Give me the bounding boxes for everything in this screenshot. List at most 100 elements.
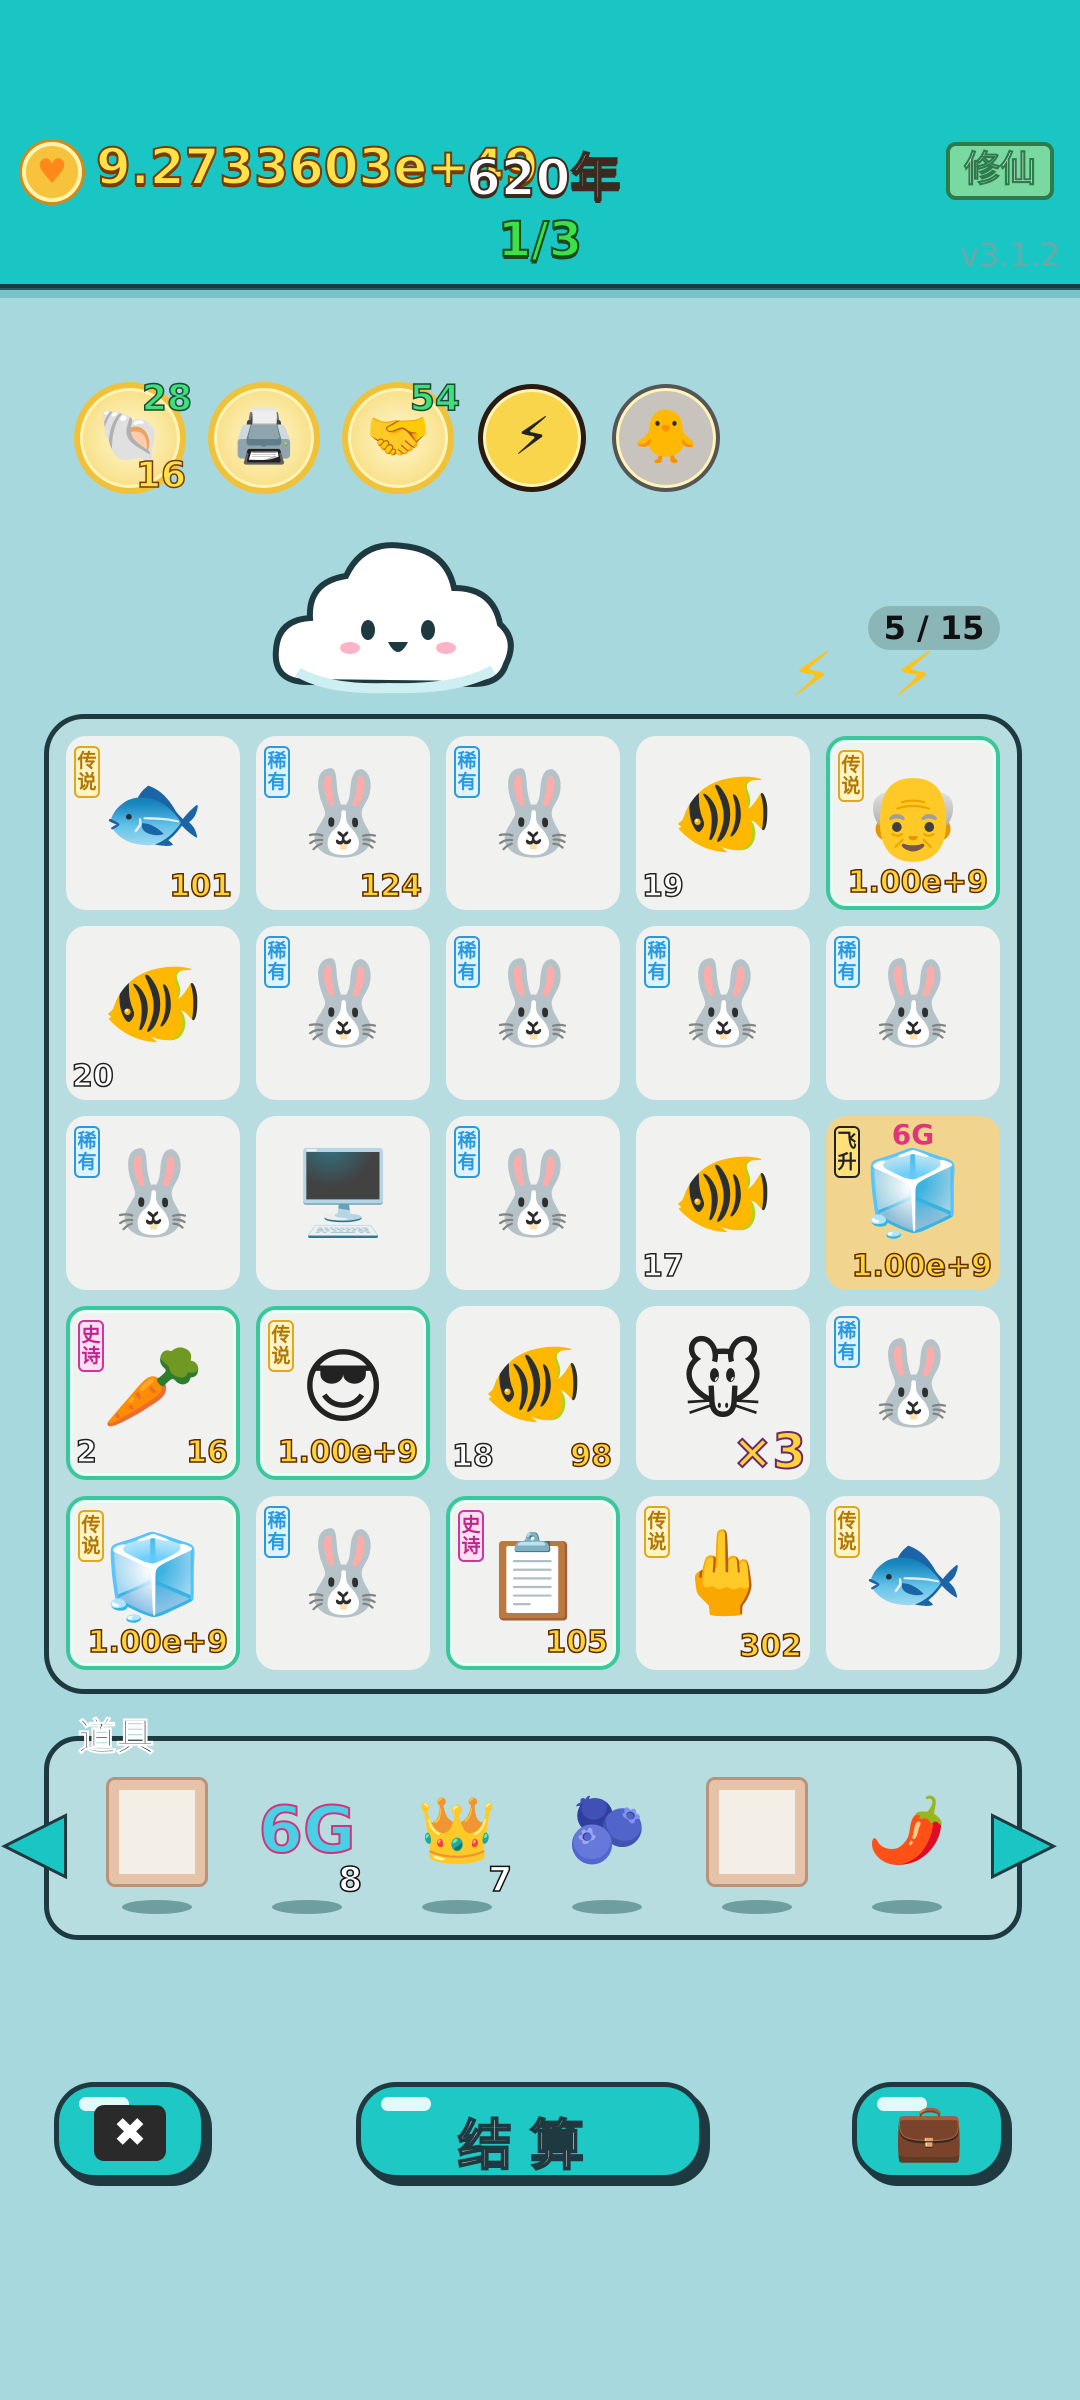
handshake-badge[interactable]: 🤝 54 bbox=[342, 377, 461, 494]
lightning-badge[interactable]: ⚡ bbox=[478, 384, 586, 492]
prop-shadow bbox=[872, 1900, 942, 1914]
prop-shadow bbox=[722, 1900, 792, 1914]
prop-frame-2[interactable] bbox=[702, 1776, 812, 1914]
prop-6g[interactable]: 6G 8 bbox=[252, 1776, 363, 1914]
board-cell[interactable]: 🐰 稀有 bbox=[66, 1116, 240, 1290]
board-cell[interactable]: 🐠 18 98 bbox=[446, 1306, 620, 1480]
settle-button[interactable]: 结算 bbox=[356, 2082, 704, 2180]
board-cell[interactable]: 🐠 17 bbox=[636, 1116, 810, 1290]
board-cell[interactable]: 🐰 稀有 bbox=[446, 736, 620, 910]
prop-shadow bbox=[572, 1900, 642, 1914]
board-cell[interactable]: 🐰 稀有 bbox=[826, 926, 1000, 1100]
board-cell[interactable]: 🐰 稀有 bbox=[256, 1496, 430, 1670]
item-level: 18 bbox=[451, 1438, 494, 1475]
board-cell[interactable]: 😎 传说 1.00e+9 bbox=[256, 1306, 430, 1480]
item-icon: 🖥️ bbox=[291, 1146, 395, 1241]
shell-count-bottom: 16 bbox=[135, 454, 187, 497]
board-cell[interactable]: 🐟 传说 bbox=[826, 1496, 1000, 1670]
board-cell[interactable]: 🐰 稀有 bbox=[256, 926, 430, 1100]
prop-crown[interactable]: 👑 7 bbox=[402, 1776, 513, 1914]
lightning-icon: ⚡ bbox=[513, 407, 551, 467]
prop-chili[interactable]: 🌶️ bbox=[852, 1776, 962, 1914]
item-icon: 🐠 bbox=[101, 956, 205, 1051]
item-level: 19 bbox=[641, 868, 684, 905]
board-cell[interactable]: 🖥️ bbox=[256, 1116, 430, 1290]
frame-icon bbox=[709, 1780, 805, 1884]
frame-icon bbox=[109, 1780, 205, 1884]
rarity-tag: 传说 bbox=[644, 1506, 670, 1558]
board-cell[interactable]: 🐰 稀有 bbox=[446, 926, 620, 1100]
handshake-count: 54 bbox=[409, 377, 461, 420]
shell-badge[interactable]: 🐚 28 16 bbox=[74, 377, 193, 497]
heart-coin-icon: ♥ bbox=[22, 142, 82, 202]
board-cell[interactable]: 🧊 传说 1.00e+9 bbox=[66, 1496, 240, 1670]
item-level: 20 bbox=[71, 1058, 114, 1095]
discard-button[interactable]: ✖ bbox=[54, 2082, 206, 2180]
prop-shadow bbox=[272, 1900, 342, 1914]
rarity-tag: 稀有 bbox=[264, 746, 290, 798]
board-cell[interactable]: 🐰 稀有 bbox=[636, 926, 810, 1100]
board-cell[interactable]: 🐰 稀有 bbox=[826, 1306, 1000, 1480]
settle-label: 结算 bbox=[457, 2113, 602, 2178]
rarity-tag: 稀有 bbox=[644, 936, 670, 988]
props-prev-arrow[interactable]: ◀ bbox=[3, 1790, 68, 1890]
board-cell[interactable]: 🥕 史诗 2 16 bbox=[66, 1306, 240, 1480]
briefcase-button[interactable]: 💼 bbox=[852, 2082, 1006, 2180]
rarity-tag: 稀有 bbox=[454, 936, 480, 988]
year-counter: 620年 bbox=[465, 148, 621, 208]
board-cell[interactable]: 🖕 传说 302 bbox=[636, 1496, 810, 1670]
shell-count-top: 28 bbox=[141, 377, 193, 420]
rarity-tag: 传说 bbox=[834, 1506, 860, 1558]
rarity-tag: 稀有 bbox=[264, 936, 290, 988]
prop-shadow bbox=[422, 1900, 492, 1914]
rarity-tag: 传说 bbox=[838, 750, 864, 802]
chick-badge[interactable]: 🐥 bbox=[612, 384, 720, 492]
double-lightning-icon: ⚡ bbox=[892, 638, 936, 711]
item-icon: 🐠 bbox=[671, 1146, 775, 1241]
board-cell[interactable]: 🐠 20 bbox=[66, 926, 240, 1100]
rarity-tag: 传说 bbox=[268, 1320, 294, 1372]
prop-blueberry[interactable]: 🫐 bbox=[552, 1776, 662, 1914]
board-cell[interactable]: 🧊 飞升 6G 1.00e+9 bbox=[826, 1116, 1000, 1290]
prop-shadow bbox=[122, 1900, 192, 1914]
prop-count: 8 bbox=[338, 1859, 363, 1901]
item-value: 105 bbox=[545, 1624, 609, 1661]
prop-frame[interactable] bbox=[102, 1776, 212, 1914]
board-cell[interactable]: 🐠 19 bbox=[636, 736, 810, 910]
version-label: v3.1.2 bbox=[960, 236, 1061, 274]
chili-icon: 🌶️ bbox=[867, 1794, 947, 1868]
item-value: 124 bbox=[359, 868, 423, 905]
lightning-icon: ⚡ bbox=[790, 638, 834, 711]
board-cell[interactable]: 📋 史诗 105 bbox=[446, 1496, 620, 1670]
item-value: 1.00e+9 bbox=[851, 1248, 993, 1285]
rarity-tag: 稀有 bbox=[454, 1126, 480, 1178]
item-icon: 🐭 bbox=[680, 1336, 766, 1431]
stage-progress: 1/3 bbox=[497, 211, 583, 269]
board-cell[interactable]: 🐭 ×3 bbox=[636, 1306, 810, 1481]
item-value: 98 bbox=[570, 1438, 613, 1475]
close-icon: ✖ bbox=[94, 2105, 166, 2161]
rarity-tag: 稀有 bbox=[454, 746, 480, 798]
cloud-mascot-icon[interactable] bbox=[268, 532, 518, 702]
rarity-tag: 传说 bbox=[74, 746, 100, 798]
board-cell[interactable]: 🐰 稀有 124 bbox=[256, 736, 430, 910]
rarity-tag: 史诗 bbox=[78, 1320, 104, 1372]
board-cell[interactable]: 🐟 传说 101 bbox=[66, 736, 240, 910]
rarity-tag: 稀有 bbox=[74, 1126, 100, 1178]
printer-icon: 🖨️ bbox=[231, 407, 297, 467]
item-value: 1.00e+9 bbox=[277, 1434, 419, 1471]
props-next-arrow[interactable]: ▶ bbox=[991, 1790, 1056, 1890]
rarity-tag: 稀有 bbox=[834, 1316, 860, 1368]
item-value: 1.00e+9 bbox=[87, 1624, 229, 1661]
item-value: 101 bbox=[169, 868, 233, 905]
board-cell[interactable]: 🐰 稀有 bbox=[446, 1116, 620, 1290]
board-cell[interactable]: 👴 传说 1.00e+9 bbox=[826, 736, 1000, 910]
item-value: 302 bbox=[739, 1628, 803, 1665]
cultivate-button[interactable]: 修仙 bbox=[946, 142, 1054, 200]
item-level: 17 bbox=[641, 1248, 684, 1285]
printer-badge[interactable]: 🖨️ bbox=[208, 382, 320, 494]
chick-egg-icon: 🐥 bbox=[633, 407, 699, 467]
item-value: 16 bbox=[186, 1434, 229, 1471]
rarity-tag: 传说 bbox=[78, 1510, 104, 1562]
item-value: 1.00e+9 bbox=[847, 864, 989, 901]
